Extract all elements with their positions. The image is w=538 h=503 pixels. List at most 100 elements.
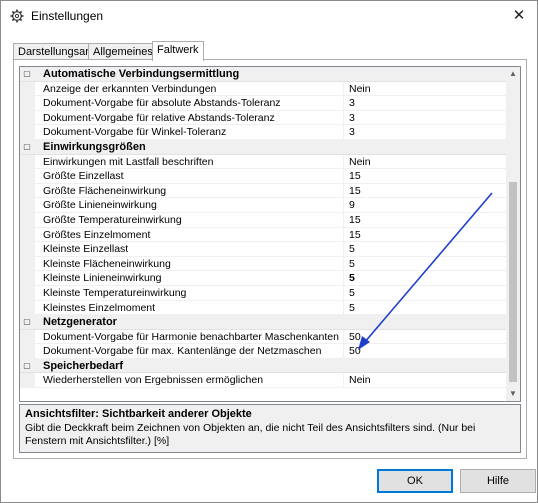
- category-row[interactable]: ▢ Automatische Verbindungsermittlung: [20, 67, 506, 82]
- property-label: Dokument-Vorgabe für max. Kantenlänge de…: [43, 345, 322, 358]
- property-row[interactable]: Dokument-Vorgabe für relative Abstands-T…: [20, 110, 506, 126]
- property-value[interactable]: 3: [343, 125, 355, 139]
- tab-allgemeines[interactable]: Allgemeines: [88, 43, 158, 60]
- row-gutter: [20, 110, 35, 125]
- category-row[interactable]: ▢ Einwirkungsgrößen: [20, 139, 506, 155]
- property-row[interactable]: Kleinste Linieneinwirkung 5: [20, 271, 506, 286]
- property-row[interactable]: Größtes Einzelmoment 15: [20, 227, 506, 243]
- property-row[interactable]: Einwirkungen mit Lastfall beschriften Nei…: [20, 154, 506, 170]
- collapse-icon[interactable]: ▢: [23, 70, 31, 78]
- row-gutter: [20, 125, 35, 139]
- row-gutter: ▢: [20, 139, 35, 154]
- title-bar: Einstellungen ✕: [1, 1, 537, 31]
- help-button[interactable]: Hilfe: [460, 469, 536, 493]
- property-label: Größte Linieneinwirkung: [43, 199, 157, 212]
- row-gutter: [20, 96, 35, 110]
- property-value[interactable]: 15: [343, 212, 361, 227]
- property-label: Dokument-Vorgabe für Winkel-Toleranz: [43, 126, 227, 139]
- property-value[interactable]: 5: [343, 300, 355, 315]
- property-label: Dokument-Vorgabe für absolute Abstands-T…: [43, 97, 281, 110]
- property-value[interactable]: 50: [343, 329, 361, 344]
- row-gutter: [20, 212, 35, 227]
- vertical-scrollbar[interactable]: ▲ ▼: [506, 67, 520, 401]
- gear-icon: [10, 9, 24, 23]
- property-value[interactable]: 5: [343, 242, 355, 256]
- tab-faltwerk[interactable]: Faltwerk: [152, 41, 204, 61]
- property-row[interactable]: Kleinste Einzellast 5: [20, 242, 506, 257]
- property-label: Wiederherstellen von Ergebnissen ermögli…: [43, 374, 264, 387]
- property-value[interactable]: Nein: [343, 154, 371, 169]
- property-value[interactable]: 3: [343, 110, 355, 125]
- collapse-icon[interactable]: ▢: [23, 142, 31, 151]
- property-label: Größte Temperatureinwirkung: [43, 213, 182, 226]
- category-label: Speicherbedarf: [43, 359, 124, 372]
- property-row[interactable]: Größte Linieneinwirkung 9: [20, 198, 506, 213]
- property-value[interactable]: 50: [343, 344, 361, 358]
- row-gutter: [20, 285, 35, 300]
- property-row[interactable]: Dokument-Vorgabe für absolute Abstands-T…: [20, 96, 506, 111]
- row-gutter: [20, 169, 35, 183]
- faltwerk-panel: ▢ Automatische Verbindungsermittlung Anzei…: [13, 59, 527, 459]
- property-label: Dokument-Vorgabe für Harmonie benachbart…: [43, 330, 339, 343]
- property-row[interactable]: Kleinste Flächeneinwirkung 5: [20, 256, 506, 272]
- property-row[interactable]: Anzeige der erkannten Verbindungen Nein: [20, 81, 506, 97]
- property-label: Dokument-Vorgabe für relative Abstands-T…: [43, 111, 275, 124]
- property-label: Kleinste Einzellast: [43, 243, 129, 256]
- property-row[interactable]: Kleinste Temperatureinwirkung 5: [20, 285, 506, 301]
- row-gutter: ▢: [20, 358, 35, 373]
- category-label: Netzgenerator: [43, 316, 117, 329]
- property-value[interactable]: 3: [343, 96, 355, 110]
- chevron-down-icon[interactable]: ▼: [506, 387, 520, 401]
- property-value[interactable]: 9: [343, 198, 355, 212]
- row-gutter: [20, 271, 35, 285]
- property-value[interactable]: 5: [343, 256, 355, 271]
- property-value[interactable]: 15: [343, 169, 361, 183]
- property-row[interactable]: Dokument-Vorgabe für Harmonie benachbart…: [20, 329, 506, 345]
- description-title: Ansichtsfilter: Sichtbarkeit anderer Obj…: [25, 408, 252, 420]
- ok-button[interactable]: OK: [377, 469, 453, 493]
- window-title: Einstellungen: [31, 9, 104, 23]
- property-value[interactable]: 15: [343, 227, 361, 242]
- category-label: Einwirkungsgrößen: [43, 140, 146, 153]
- chevron-up-icon[interactable]: ▲: [506, 67, 520, 81]
- row-gutter: [20, 373, 35, 388]
- property-row[interactable]: Kleinstes Einzelmoment 5: [20, 300, 506, 316]
- property-value[interactable]: Nein: [343, 373, 371, 388]
- category-label: Automatische Verbindungsermittlung: [43, 68, 240, 80]
- property-row[interactable]: Größte Temperatureinwirkung 15: [20, 212, 506, 228]
- property-row[interactable]: Dokument-Vorgabe für Winkel-Toleranz 3: [20, 125, 506, 140]
- description-text: Gibt die Deckkraft beim Zeichnen von Obj…: [25, 422, 476, 447]
- property-value[interactable]: 5: [343, 271, 355, 285]
- close-icon[interactable]: ✕: [507, 5, 531, 27]
- tab-darstellungsart[interactable]: Darstellungsart: [13, 43, 97, 60]
- row-gutter: [20, 154, 35, 169]
- collapse-icon[interactable]: ▢: [23, 318, 31, 326]
- row-gutter: [20, 227, 35, 242]
- settings-dialog: Einstellungen ✕ Darstellungsart Allgemei…: [0, 0, 538, 503]
- property-row[interactable]: Größte Flächeneinwirkung 15: [20, 183, 506, 199]
- property-value[interactable]: 5: [343, 285, 355, 300]
- property-row[interactable]: Dokument-Vorgabe für max. Kantenlänge de…: [20, 344, 506, 359]
- property-label: Einwirkungen mit Lastfall beschriften: [43, 155, 214, 168]
- property-value[interactable]: 15: [343, 183, 361, 198]
- property-label: Kleinste Temperatureinwirkung: [43, 286, 187, 299]
- row-gutter: [20, 344, 35, 358]
- property-label: Anzeige der erkannten Verbindungen: [43, 82, 217, 95]
- row-gutter: [20, 81, 35, 96]
- row-gutter: ▢: [20, 67, 35, 81]
- row-gutter: ▢: [20, 315, 35, 329]
- description-panel: Ansichtsfilter: Sichtbarkeit anderer Obj…: [19, 404, 521, 453]
- category-row[interactable]: ▢ Netzgenerator: [20, 315, 506, 330]
- scrollbar-thumb[interactable]: [509, 182, 517, 382]
- property-grid-rows: ▢ Automatische Verbindungsermittlung Anzei…: [20, 67, 506, 389]
- category-row[interactable]: ▢ Speicherbedarf: [20, 358, 506, 374]
- property-label: Größtes Einzelmoment: [43, 228, 151, 241]
- property-row[interactable]: Größte Einzellast 15: [20, 169, 506, 184]
- property-value[interactable]: Nein: [343, 81, 371, 96]
- row-gutter: [20, 242, 35, 256]
- property-label: Kleinste Flächeneinwirkung: [43, 257, 171, 270]
- property-row[interactable]: Wiederherstellen von Ergebnissen ermögli…: [20, 373, 506, 389]
- row-gutter: [20, 329, 35, 344]
- property-label: Kleinste Linieneinwirkung: [43, 272, 162, 285]
- collapse-icon[interactable]: ▢: [23, 361, 31, 370]
